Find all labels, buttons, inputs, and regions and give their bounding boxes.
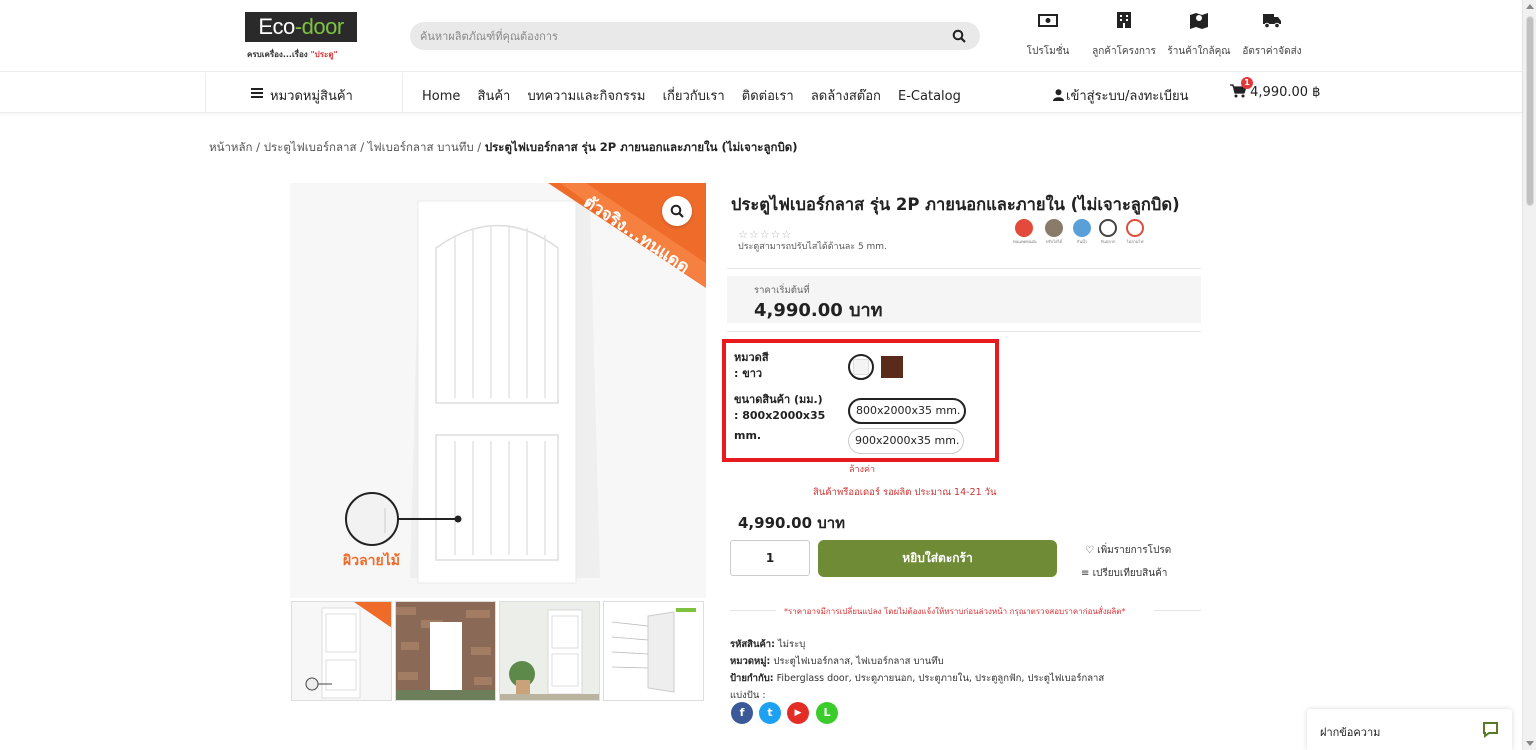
breadcrumb-solid[interactable]: ไฟเบอร์กลาส บานทึบ	[368, 140, 474, 154]
price-notice: *ราคาอาจมีการเปลี่ยนแปลง โดยไม่ต้องแจ้งใ…	[784, 607, 1126, 616]
menu-contact[interactable]: ติดต่อเรา	[742, 89, 794, 104]
breadcrumb-fiberglass[interactable]: ประตูไฟเบอร์กลาส	[264, 140, 357, 154]
chat-bubble-icon	[1483, 722, 1498, 738]
top-header: Eco-door ครบเครื่อง...เรื่อง "ประตู" โปร…	[0, 0, 1522, 72]
weatherproof-icon: ทนแดดทนฝน	[1013, 219, 1037, 244]
store-locator-link[interactable]: ร้านค้าใกล้คุณ	[1164, 10, 1234, 59]
breadcrumb-current: ประตูไฟเบอร์กลาส รุ่น 2P ภายนอกและภายใน …	[484, 140, 798, 154]
promotion-link[interactable]: โปรโมชั่น	[1013, 10, 1083, 59]
compare-icon: ≡	[1081, 568, 1093, 579]
search-icon[interactable]	[952, 29, 966, 43]
color-swatch-brown[interactable]	[881, 356, 903, 378]
starting-price: 4,990.00 บาท	[754, 300, 883, 321]
menu-clearance[interactable]: ลดล้างสต๊อก	[811, 89, 881, 104]
clear-selection-link[interactable]: ล้างค่า	[849, 462, 875, 476]
site-logo[interactable]: Eco-door ครบเครื่อง...เรื่อง "ประตู"	[245, 12, 357, 60]
size-option-900[interactable]: 900x2000x35 mm.	[848, 428, 964, 454]
trimmable-icon: ปรับไสได้	[1043, 219, 1065, 244]
menu-ecatalog[interactable]: E-Catalog	[898, 89, 961, 104]
zoom-button[interactable]	[662, 196, 692, 226]
main-menu: Home สินค้า บทความและกิจกรรม เกี่ยวกับเร…	[422, 85, 974, 106]
shipping-rate-link[interactable]: อัตราค่าจัดส่ง	[1237, 10, 1307, 59]
termite-proof-icon: กันปลวก	[1097, 219, 1119, 244]
category-menu-button[interactable]: หมวดหมู่สินค้า	[205, 73, 403, 113]
color-option-label: หมวดสี : ขาว	[734, 351, 769, 380]
map-icon	[1190, 13, 1208, 29]
size-option-800[interactable]: 800x2000x35 mm.	[848, 398, 966, 424]
search-input[interactable]	[420, 22, 940, 50]
search-bar	[410, 22, 980, 50]
menu-about[interactable]: เกี่ยวกับเรา	[663, 89, 725, 104]
thumbnail-4[interactable]	[603, 601, 704, 701]
hamburger-icon	[251, 88, 263, 98]
wishlist-link[interactable]: ♡ เพิ่มรายการโปรด	[1085, 543, 1171, 558]
price-box: ราคาเริ่มต้นที่ 4,990.00 บาท	[727, 276, 1201, 323]
page-scrollbar[interactable]	[1522, 0, 1536, 750]
thumbnail-3[interactable]	[499, 601, 600, 701]
waterproof-icon: กันน้ำ	[1071, 219, 1093, 244]
building-icon	[1117, 12, 1131, 28]
main-nav: หมวดหมู่สินค้า Home สินค้า บทความและกิจก…	[0, 73, 1522, 113]
thumbnail-1[interactable]	[291, 601, 392, 701]
cart-link[interactable]: 1 4,990.00 ฿	[1230, 77, 1321, 100]
money-icon	[1038, 14, 1058, 27]
facebook-share-icon[interactable]: f	[731, 702, 753, 724]
user-icon	[1053, 89, 1064, 101]
login-link[interactable]: เข้าสู่ระบบ/ลงทะเบียน	[1053, 85, 1188, 106]
line-share-icon[interactable]: L	[816, 702, 838, 724]
product-main-image[interactable]: ตัวจริง...ทนแดด ผิวลายไม้	[290, 183, 706, 598]
thumbnail-2[interactable]	[395, 601, 496, 701]
compare-link[interactable]: ≡ เปรียบเทียบสินค้า	[1081, 566, 1167, 581]
quantity-input[interactable]: 1	[730, 540, 810, 576]
youtube-share-icon[interactable]: ▶	[787, 702, 809, 724]
product-meta: รหัสสินค้า: ไม่ระบุ หมวดหมู่: ประตูไฟเบอ…	[730, 639, 1105, 701]
adjust-note: ประตูสามารถปรับไสได้ด้านละ 5 mm.	[738, 242, 887, 252]
backorder-note: สินค้าพรีออเดอร์ รอผลิต ประมาณ 14-21 วัน	[813, 487, 997, 498]
magnify-icon	[670, 204, 684, 218]
tag-links[interactable]: Fiberglass door, ประตูภายนอก, ประตูภายใน…	[777, 673, 1105, 684]
twitter-share-icon[interactable]: t	[759, 702, 781, 724]
chat-widget[interactable]: ฝากข้อความ	[1307, 709, 1512, 750]
category-links[interactable]: ประตูไฟเบอร์กลาส, ไฟเบอร์กลาส บานทึบ	[773, 656, 943, 667]
fire-retardant-icon: ไม่ลามไฟ	[1124, 219, 1146, 244]
breadcrumb: หน้าหลัก / ประตูไฟเบอร์กลาส / ไฟเบอร์กลา…	[209, 140, 798, 154]
size-option-label: ขนาดสินค้า (มม.) : 800x2000x35 mm.	[734, 393, 826, 442]
add-to-cart-button[interactable]: หยิบใส่ตะกร้า	[818, 540, 1057, 577]
menu-articles[interactable]: บทความและกิจกรรม	[528, 89, 646, 104]
menu-home[interactable]: Home	[422, 89, 460, 104]
cart-total: 4,990.00 ฿	[1250, 85, 1321, 100]
variant-price: 4,990.00 บาท	[738, 514, 846, 532]
project-customer-link[interactable]: ลูกค้าโครงการ	[1089, 10, 1159, 59]
menu-products[interactable]: สินค้า	[478, 89, 511, 104]
breadcrumb-home[interactable]: หน้าหลัก	[209, 140, 253, 154]
product-title: ประตูไฟเบอร์กลาส รุ่น 2P ภายนอกและภายใน …	[731, 195, 1180, 214]
texture-label: ผิวลายไม้	[343, 553, 400, 569]
color-swatch-white[interactable]	[848, 354, 874, 380]
heart-icon: ♡	[1085, 545, 1098, 556]
cart-count-badge: 1	[1241, 77, 1253, 89]
truck-icon	[1263, 14, 1281, 29]
